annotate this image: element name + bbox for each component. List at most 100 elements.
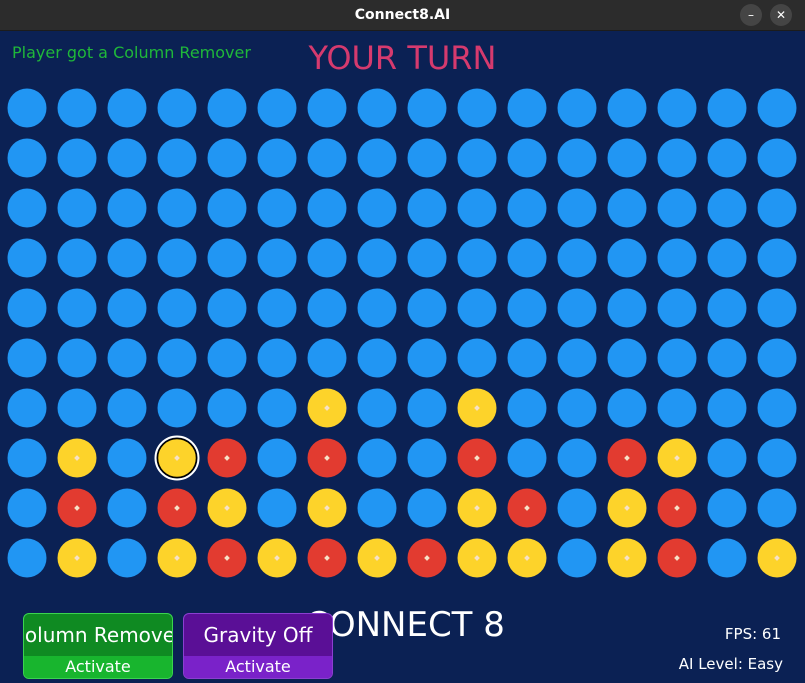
empty-slot[interactable] — [257, 88, 297, 128]
empty-slot[interactable] — [757, 438, 797, 478]
empty-slot[interactable] — [757, 188, 797, 228]
empty-slot[interactable] — [107, 138, 147, 178]
empty-slot[interactable] — [507, 188, 547, 228]
empty-slot[interactable] — [457, 238, 497, 278]
empty-slot[interactable] — [7, 438, 47, 478]
empty-slot[interactable] — [507, 238, 547, 278]
empty-slot[interactable] — [757, 488, 797, 528]
empty-slot[interactable] — [357, 388, 397, 428]
empty-slot[interactable] — [557, 188, 597, 228]
empty-slot[interactable] — [457, 188, 497, 228]
empty-slot[interactable] — [57, 388, 97, 428]
empty-slot[interactable] — [757, 288, 797, 328]
empty-slot[interactable] — [557, 438, 597, 478]
empty-slot[interactable] — [207, 338, 247, 378]
empty-slot[interactable] — [607, 388, 647, 428]
empty-slot[interactable] — [407, 388, 447, 428]
game-board[interactable] — [0, 31, 805, 611]
empty-slot[interactable] — [257, 438, 297, 478]
empty-slot[interactable] — [457, 88, 497, 128]
empty-slot[interactable] — [7, 488, 47, 528]
empty-slot[interactable] — [557, 538, 597, 578]
empty-slot[interactable] — [457, 338, 497, 378]
empty-slot[interactable] — [557, 88, 597, 128]
empty-slot[interactable] — [157, 88, 197, 128]
empty-slot[interactable] — [607, 88, 647, 128]
empty-slot[interactable] — [207, 138, 247, 178]
empty-slot[interactable] — [707, 338, 747, 378]
empty-slot[interactable] — [57, 238, 97, 278]
empty-slot[interactable] — [107, 438, 147, 478]
empty-slot[interactable] — [707, 388, 747, 428]
empty-slot[interactable] — [357, 438, 397, 478]
empty-slot[interactable] — [107, 538, 147, 578]
empty-slot[interactable] — [607, 138, 647, 178]
empty-slot[interactable] — [407, 438, 447, 478]
empty-slot[interactable] — [407, 238, 447, 278]
empty-slot[interactable] — [607, 188, 647, 228]
empty-slot[interactable] — [207, 238, 247, 278]
empty-slot[interactable] — [557, 488, 597, 528]
empty-slot[interactable] — [7, 88, 47, 128]
empty-slot[interactable] — [7, 138, 47, 178]
empty-slot[interactable] — [657, 188, 697, 228]
empty-slot[interactable] — [507, 138, 547, 178]
empty-slot[interactable] — [307, 238, 347, 278]
empty-slot[interactable] — [307, 138, 347, 178]
empty-slot[interactable] — [157, 388, 197, 428]
empty-slot[interactable] — [207, 188, 247, 228]
empty-slot[interactable] — [7, 188, 47, 228]
empty-slot[interactable] — [157, 138, 197, 178]
empty-slot[interactable] — [407, 88, 447, 128]
empty-slot[interactable] — [357, 338, 397, 378]
empty-slot[interactable] — [457, 288, 497, 328]
empty-slot[interactable] — [157, 238, 197, 278]
empty-slot[interactable] — [57, 88, 97, 128]
empty-slot[interactable] — [157, 188, 197, 228]
empty-slot[interactable] — [407, 288, 447, 328]
empty-slot[interactable] — [107, 488, 147, 528]
empty-slot[interactable] — [657, 238, 697, 278]
empty-slot[interactable] — [7, 338, 47, 378]
empty-slot[interactable] — [157, 288, 197, 328]
empty-slot[interactable] — [557, 388, 597, 428]
empty-slot[interactable] — [707, 488, 747, 528]
gravity-off-powerup[interactable]: Gravity Off Activate — [183, 613, 333, 679]
empty-slot[interactable] — [257, 288, 297, 328]
empty-slot[interactable] — [757, 338, 797, 378]
empty-slot[interactable] — [307, 88, 347, 128]
empty-slot[interactable] — [707, 538, 747, 578]
empty-slot[interactable] — [407, 188, 447, 228]
close-icon[interactable]: ✕ — [770, 4, 792, 26]
empty-slot[interactable] — [7, 238, 47, 278]
empty-slot[interactable] — [507, 338, 547, 378]
empty-slot[interactable] — [257, 188, 297, 228]
minimize-icon[interactable]: – — [740, 4, 762, 26]
empty-slot[interactable] — [207, 288, 247, 328]
empty-slot[interactable] — [307, 338, 347, 378]
empty-slot[interactable] — [407, 138, 447, 178]
column-remover-activate-button[interactable]: Activate — [24, 656, 172, 678]
empty-slot[interactable] — [107, 388, 147, 428]
empty-slot[interactable] — [607, 238, 647, 278]
empty-slot[interactable] — [707, 238, 747, 278]
empty-slot[interactable] — [657, 388, 697, 428]
empty-slot[interactable] — [307, 188, 347, 228]
empty-slot[interactable] — [757, 238, 797, 278]
empty-slot[interactable] — [107, 288, 147, 328]
empty-slot[interactable] — [507, 88, 547, 128]
empty-slot[interactable] — [657, 288, 697, 328]
empty-slot[interactable] — [57, 288, 97, 328]
empty-slot[interactable] — [157, 338, 197, 378]
empty-slot[interactable] — [557, 338, 597, 378]
empty-slot[interactable] — [357, 88, 397, 128]
empty-slot[interactable] — [707, 138, 747, 178]
empty-slot[interactable] — [357, 138, 397, 178]
empty-slot[interactable] — [57, 338, 97, 378]
empty-slot[interactable] — [757, 388, 797, 428]
empty-slot[interactable] — [657, 338, 697, 378]
empty-slot[interactable] — [707, 288, 747, 328]
empty-slot[interactable] — [707, 438, 747, 478]
empty-slot[interactable] — [507, 288, 547, 328]
empty-slot[interactable] — [57, 138, 97, 178]
